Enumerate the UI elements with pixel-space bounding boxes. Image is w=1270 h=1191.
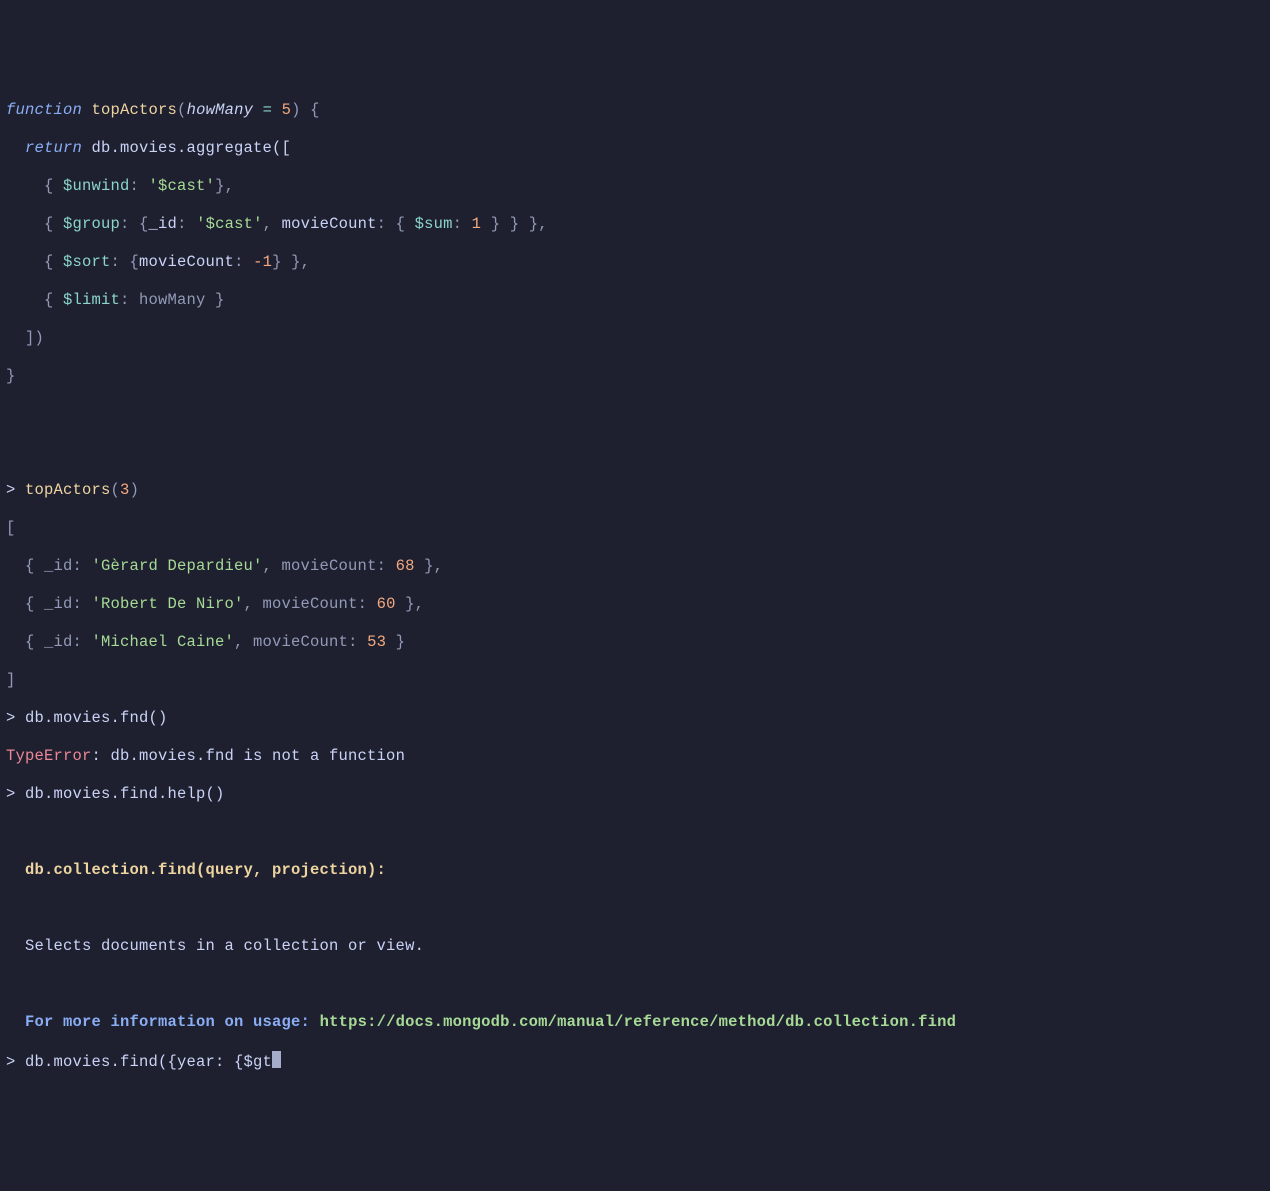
blank-line xyxy=(6,405,1264,424)
code-line-8: } xyxy=(6,367,1264,386)
blank-line xyxy=(6,975,1264,994)
code-line-7: ]) xyxy=(6,329,1264,348)
terminal[interactable]: function topActors(howMany = 5) { return… xyxy=(6,82,1264,1091)
code-line-5: { $sort: {movieCount: -1} }, xyxy=(6,253,1264,272)
blank-line xyxy=(6,823,1264,842)
error-type: TypeError xyxy=(6,747,92,765)
code-line-4: { $group: {_id: '$cast', movieCount: { $… xyxy=(6,215,1264,234)
prompt: > xyxy=(6,785,25,803)
result-row-1: { _id: 'Gèrard Depardieu', movieCount: 6… xyxy=(6,557,1264,576)
code-line-1: function topActors(howMany = 5) { xyxy=(6,101,1264,120)
result-close: ] xyxy=(6,671,1264,690)
prompt: > xyxy=(6,1053,25,1071)
help-description: Selects documents in a collection or vie… xyxy=(6,937,1264,956)
help-signature: db.collection.find(query, projection): xyxy=(6,861,1264,880)
code-line-3: { $unwind: '$cast'}, xyxy=(6,177,1264,196)
prompt: > xyxy=(6,481,25,499)
current-input[interactable]: db.movies.find({year: {$gt xyxy=(25,1053,272,1071)
result-open: [ xyxy=(6,519,1264,538)
help-url[interactable]: https://docs.mongodb.com/manual/referenc… xyxy=(320,1013,957,1031)
code-line-2: return db.movies.aggregate([ xyxy=(6,139,1264,158)
function-name: topActors xyxy=(92,101,178,119)
help-more-info: For more information on usage: https://d… xyxy=(6,1013,1264,1032)
help-call-line: > db.movies.find.help() xyxy=(6,785,1264,804)
input-line[interactable]: > db.movies.find({year: {$gt xyxy=(6,1051,1264,1072)
blank-line xyxy=(6,899,1264,918)
error-line: TypeError: db.movies.fnd is not a functi… xyxy=(6,747,1264,766)
cursor-icon xyxy=(272,1051,281,1068)
result-row-3: { _id: 'Michael Caine', movieCount: 53 } xyxy=(6,633,1264,652)
result-row-2: { _id: 'Robert De Niro', movieCount: 60 … xyxy=(6,595,1264,614)
code-line-6: { $limit: howMany } xyxy=(6,291,1264,310)
prompt: > xyxy=(6,709,25,727)
fnd-line: > db.movies.fnd() xyxy=(6,709,1264,728)
call-line: > topActors(3) xyxy=(6,481,1264,500)
keyword-function: function xyxy=(6,101,82,119)
blank-line xyxy=(6,443,1264,462)
